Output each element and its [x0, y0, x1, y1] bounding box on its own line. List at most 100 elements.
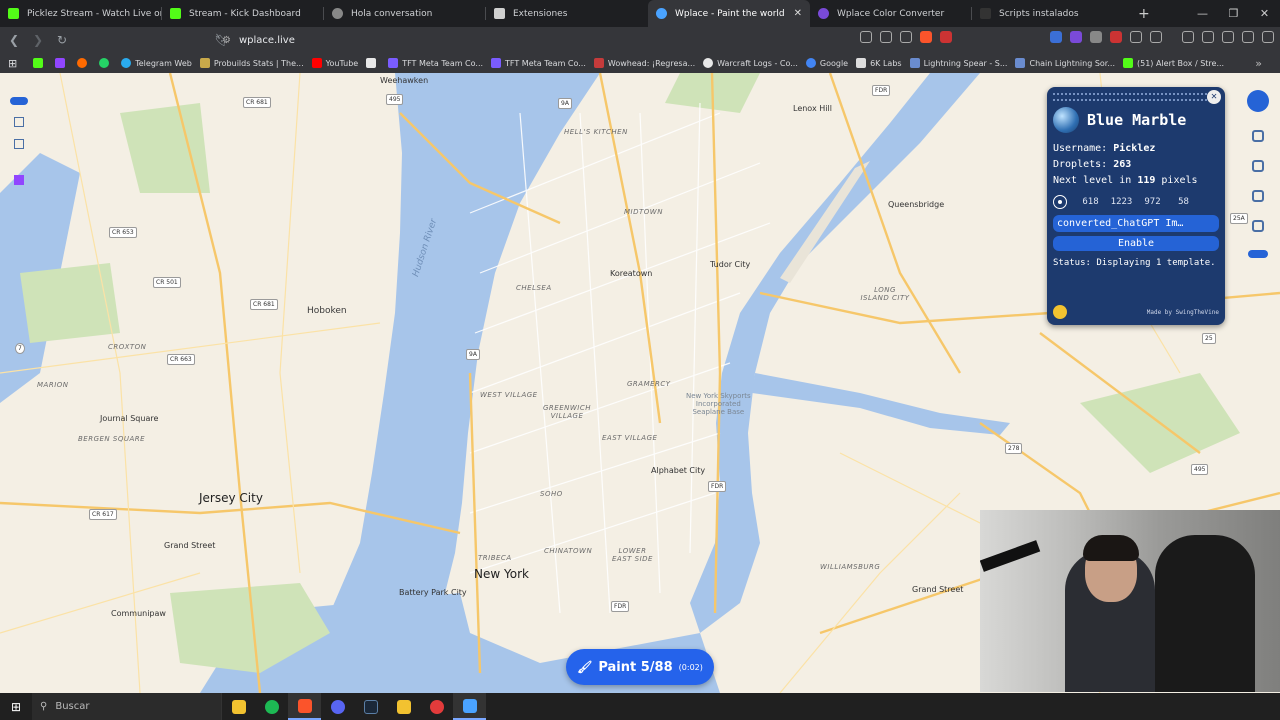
close-window-button[interactable]: ✕ [1249, 7, 1280, 20]
close-icon[interactable]: ✕ [1207, 90, 1221, 104]
menu-icon[interactable] [1262, 31, 1274, 43]
new-tab-button[interactable]: + [1138, 6, 1150, 22]
label-grand-street-bk: Grand Street [912, 585, 964, 594]
bookmark-label: Telegram Web [135, 58, 192, 68]
route-shield: FDR [708, 481, 727, 492]
bookmark-label: Wowhead: ¡Regresa... [607, 58, 696, 68]
label-journal-square: Journal Square [100, 414, 159, 423]
leaderboard-icon[interactable] [1252, 160, 1264, 172]
windows-start-icon[interactable]: ⊞ [0, 700, 32, 714]
brave-rewards-icon[interactable] [940, 31, 952, 43]
maximize-button[interactable]: ❐ [1218, 7, 1249, 20]
wplace-logo-icon[interactable] [1247, 90, 1269, 112]
bookmark-warcraftlogs[interactable]: Warcraft Logs - Co... [703, 58, 798, 68]
bookmark-lightning-spear[interactable]: Lightning Spear - S... [909, 58, 1007, 68]
apps-icon[interactable]: ⊞ [8, 57, 17, 70]
route-shield: 278 [1005, 443, 1023, 454]
taskbar-discord[interactable] [321, 693, 354, 720]
bookmark-alert-box[interactable]: (51) Alert Box / Stre... [1122, 58, 1224, 68]
template-file-button[interactable]: converted_ChatGPT Im… [1053, 215, 1219, 232]
bookmark-orange[interactable] [77, 58, 91, 68]
bookmark-probuilds[interactable]: Probuilds Stats | The... [199, 58, 304, 68]
bookmark-kick[interactable] [33, 58, 47, 68]
reload-icon[interactable]: ↻ [52, 33, 72, 47]
bookmark-whatsapp[interactable] [99, 58, 113, 68]
6klabs-icon [856, 58, 867, 68]
label-new-york: New York [474, 567, 529, 581]
zoom-in-icon[interactable] [14, 117, 24, 127]
bookmark-tft-2[interactable]: TFT Meta Team Co... [491, 58, 586, 68]
bookmark-6klabs[interactable]: 6K Labs [856, 58, 902, 68]
translate-icon[interactable] [880, 31, 892, 43]
share-icon[interactable] [900, 31, 912, 43]
coord-pixel-x[interactable]: 972 [1137, 197, 1168, 207]
bookmark-youtube[interactable]: YouTube [311, 58, 358, 68]
bookmark-chain-lightning[interactable]: Chain Lightning Sor... [1015, 58, 1115, 68]
extension-purple-icon[interactable] [1070, 31, 1082, 43]
brave-shield-icon[interactable] [920, 31, 932, 43]
route-shield: FDR [611, 601, 630, 612]
chart-icon[interactable] [1252, 220, 1264, 232]
taskbar-notes[interactable] [387, 693, 420, 720]
bookmarks-overflow-icon[interactable]: » [1255, 57, 1262, 70]
close-tab-icon[interactable]: ✕ [794, 8, 802, 19]
bookmark-wowhead[interactable]: Wowhead: ¡Regresa... [593, 58, 696, 68]
kick-icon [8, 8, 19, 19]
tab-extensiones[interactable]: Extensiones [486, 0, 648, 27]
forward-icon[interactable]: ❯ [28, 33, 48, 47]
tab-kick-dashboard[interactable]: Stream - Kick Dashboard [162, 0, 324, 27]
webcam-overlay [980, 510, 1280, 692]
enable-button[interactable]: Enable [1053, 236, 1219, 251]
new-badge-icon[interactable] [10, 97, 28, 105]
search-icon[interactable] [1252, 190, 1264, 202]
coord-tile-y[interactable]: 1223 [1106, 197, 1137, 207]
star-badge-icon[interactable] [1053, 305, 1067, 319]
bookmark-telegram[interactable]: Telegram Web [121, 58, 192, 68]
tab-wplace[interactable]: Wplace - Paint the world ✕ [648, 0, 810, 27]
tab-scripts[interactable]: Scripts instalados [972, 0, 1134, 27]
extension-gray-icon[interactable] [1090, 31, 1102, 43]
bookmarks-bar: ⊞ Telegram Web Probuilds Stats | The... … [0, 53, 1280, 73]
extension-box-icon[interactable] [1150, 31, 1162, 43]
site-info-icon[interactable]: ⚙︎ [222, 35, 231, 46]
puzzle-icon [494, 8, 505, 19]
zoom-out-icon[interactable] [14, 139, 24, 149]
extension-gray2-icon[interactable] [1130, 31, 1142, 43]
extension-red-icon[interactable] [1110, 31, 1122, 43]
taskbar-brave[interactable] [288, 693, 321, 720]
taskbar-steam[interactable] [354, 693, 387, 720]
music-icon[interactable] [1182, 31, 1194, 43]
taskbar-photos[interactable] [453, 693, 486, 720]
status-text: Status: Displaying 1 template. [1053, 258, 1216, 268]
taskbar-explorer[interactable] [222, 693, 255, 720]
wallet-icon[interactable] [1222, 31, 1234, 43]
bookmark-tft-1[interactable]: TFT Meta Team Co... [388, 58, 483, 68]
blue-marble-panel: ✕ Blue Marble Username: Picklez Droplets… [1047, 87, 1225, 325]
vpn-icon[interactable] [1242, 31, 1254, 43]
tft-icon [388, 58, 399, 68]
search-icon: ⚲ [40, 701, 48, 712]
tab-hola[interactable]: Hola conversation [324, 0, 486, 27]
bookmark-twitch[interactable] [55, 58, 69, 68]
sidebar-icon[interactable] [1202, 31, 1214, 43]
taskbar-obs[interactable] [420, 693, 453, 720]
twitch-icon[interactable] [14, 175, 24, 185]
address-bar[interactable]: ⚙︎ wplace.live [222, 30, 942, 50]
back-icon[interactable]: ❮ [4, 33, 24, 47]
minimize-button[interactable]: — [1187, 7, 1218, 20]
bookmark-google[interactable]: Google [805, 58, 848, 68]
coord-tile-x[interactable]: 618 [1075, 197, 1106, 207]
store-icon[interactable] [1252, 130, 1264, 142]
coord-pixel-y[interactable]: 58 [1168, 197, 1199, 207]
extension-blue-icon[interactable] [1050, 31, 1062, 43]
taskbar-search[interactable]: ⚲ Buscar [32, 693, 222, 720]
route-shield: CR 653 [109, 227, 137, 238]
tab-kick-stream[interactable]: Picklez Stream - Watch Live on Kick [0, 0, 162, 27]
tab-color-converter[interactable]: Wplace Color Converter [810, 0, 972, 27]
paint-button[interactable]: 🖌︎ Paint 5/88 (0:02) [566, 649, 714, 685]
pin-icon[interactable] [1053, 195, 1067, 209]
drag-handle[interactable] [1053, 93, 1219, 101]
taskbar-spotify[interactable] [255, 693, 288, 720]
screen-icon[interactable] [860, 31, 872, 43]
bookmark-x[interactable] [366, 58, 380, 68]
